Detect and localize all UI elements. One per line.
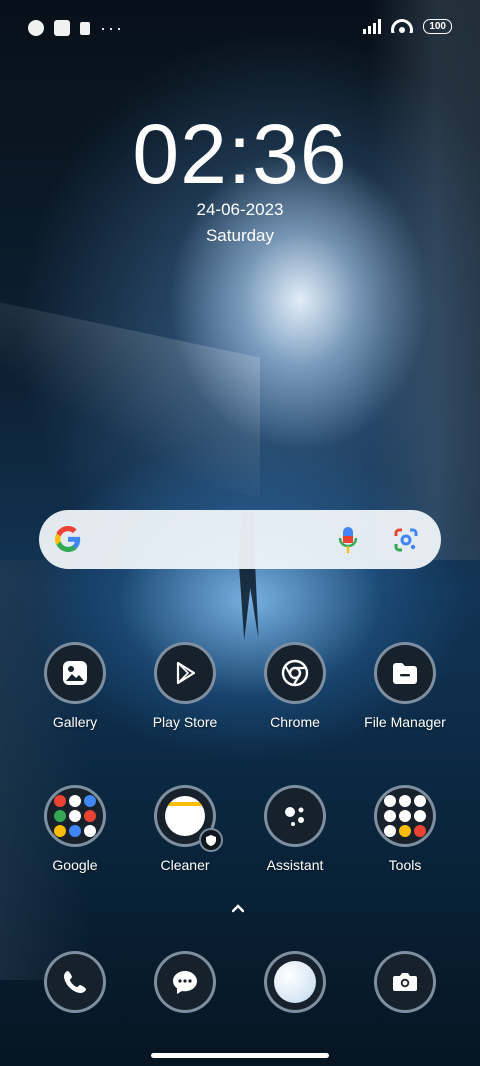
battery-icon: 100	[423, 18, 452, 34]
app-assistant[interactable]: Assistant	[240, 785, 350, 873]
clock-day: Saturday	[205, 226, 275, 245]
google-logo-icon	[55, 526, 81, 552]
wallpaper-rock-left	[0, 560, 90, 980]
app-gallery[interactable]: Gallery	[20, 642, 130, 730]
camera-icon	[374, 951, 436, 1013]
dock-browser[interactable]	[240, 951, 350, 1013]
wifi-icon	[391, 19, 414, 33]
square-notification-icon	[54, 20, 70, 36]
app-notification-icon	[28, 20, 44, 36]
google-folder-icon	[44, 785, 106, 847]
shield-badge-icon	[199, 828, 223, 852]
status-bar: ··· 100	[0, 0, 480, 56]
app-cleaner[interactable]: Cleaner	[130, 785, 240, 873]
app-play-store[interactable]: Play Store	[130, 642, 240, 730]
app-label: Assistant	[266, 857, 324, 873]
app-chrome[interactable]: Chrome	[240, 642, 350, 730]
app-label: File Manager	[364, 714, 446, 730]
signal-icon	[363, 18, 382, 34]
assistant-icon	[264, 785, 326, 847]
gesture-home-bar[interactable]	[151, 1053, 329, 1058]
battery-level: 100	[429, 20, 446, 32]
clock-date[interactable]: 24-06-2023	[0, 200, 480, 220]
app-label: Cleaner	[160, 857, 210, 873]
chrome-icon	[264, 642, 326, 704]
microphone-icon[interactable]	[338, 526, 358, 554]
gallery-icon	[44, 642, 106, 704]
dock-phone[interactable]	[20, 951, 130, 1013]
sim-notification-icon	[80, 21, 90, 35]
google-lens-icon[interactable]	[393, 527, 419, 553]
more-notifications-icon: ···	[100, 18, 124, 38]
app-drawer-chevron-icon[interactable]	[232, 902, 244, 914]
app-label: Play Store	[152, 714, 218, 730]
app-label: Gallery	[52, 714, 98, 730]
app-label: Chrome	[270, 714, 320, 730]
wallpaper-light-rays	[0, 302, 260, 498]
browser-icon	[264, 951, 326, 1013]
folder-google[interactable]: Google	[20, 785, 130, 873]
google-search-bar[interactable]	[39, 510, 441, 569]
app-label: Google	[52, 857, 98, 873]
app-label: Tools	[388, 857, 422, 873]
phone-icon	[44, 951, 106, 1013]
wallpaper-rock-right	[370, 0, 480, 560]
app-file-manager[interactable]: File Manager	[350, 642, 460, 730]
clock-time[interactable]: 02:36	[0, 106, 480, 203]
folder-icon	[374, 642, 436, 704]
dock-messages[interactable]	[130, 951, 240, 1013]
play-store-icon	[154, 642, 216, 704]
dock-camera[interactable]	[350, 951, 460, 1013]
cleaner-icon	[154, 785, 223, 852]
tools-folder-icon	[374, 785, 436, 847]
messages-icon	[154, 951, 216, 1013]
folder-tools[interactable]: Tools	[350, 785, 460, 873]
